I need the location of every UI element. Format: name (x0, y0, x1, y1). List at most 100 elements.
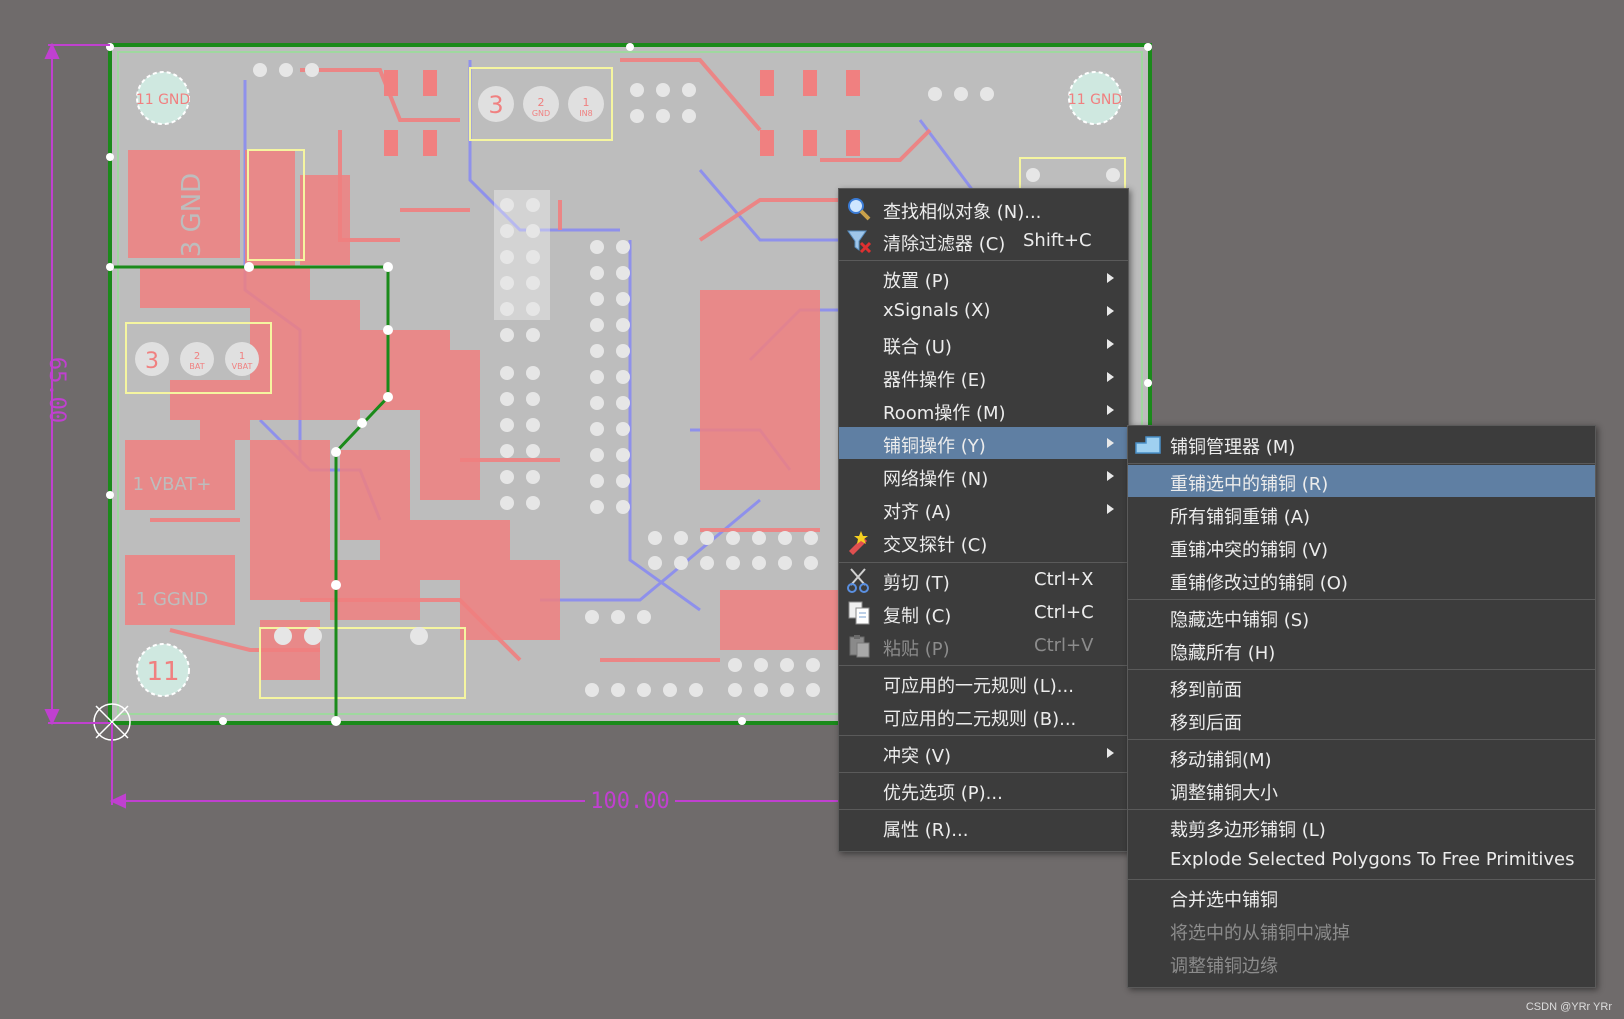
menu-item-violations[interactable]: 冲突 (V) (839, 737, 1128, 769)
menu-item-label: 冲突 (V) (883, 746, 952, 767)
menu-item-label: Room操作 (M) (883, 403, 1006, 424)
mounting-hole-bottom-left[interactable]: 11 (136, 643, 190, 697)
pad-label-vbat: 1 VBAT+ (133, 474, 212, 495)
menu-item-xsignals[interactable]: xSignals (X) (839, 295, 1128, 327)
menu-item-label: 隐藏所有 (H) (1170, 643, 1276, 664)
submenu-arrow-icon (1107, 748, 1114, 758)
menu-separator (839, 665, 1128, 666)
menu-item-label: 放置 (P) (883, 271, 950, 292)
submenu-item-repour-selected[interactable]: 重铺选中的铺铜 (R) (1128, 465, 1595, 497)
menu-separator (1128, 669, 1595, 670)
menu-item-label: 移到前面 (1170, 680, 1242, 701)
menu-separator (839, 772, 1128, 773)
menu-item-label: 复制 (C) (883, 606, 952, 627)
menu-item-place[interactable]: 放置 (P) (839, 262, 1128, 294)
mounting-hole-label: 11 (146, 657, 179, 687)
menu-item-label: 隐藏选中铺铜 (S) (1170, 610, 1310, 631)
submenu-item-send-to-back[interactable]: 移到后面 (1128, 704, 1595, 736)
menu-item-cross-probe[interactable]: 交叉探针 (C) (839, 526, 1128, 558)
menu-item-label: 合并选中铺铜 (1170, 890, 1278, 911)
submenu-item-repour-violating[interactable]: 重铺冲突的铺铜 (V) (1128, 531, 1595, 563)
pad-label-gnd: 3 GND (177, 173, 207, 257)
menu-item-cut[interactable]: 剪切 (T) Ctrl+X (839, 564, 1128, 596)
menu-separator (1128, 879, 1595, 880)
clear-filter-icon (847, 230, 872, 254)
submenu-item-merge-selected[interactable]: 合并选中铺铜 (1128, 881, 1595, 913)
submenu-item-hide-all[interactable]: 隐藏所有 (H) (1128, 634, 1595, 666)
menu-item-shortcut: Ctrl+C (1034, 602, 1094, 623)
submenu-item-bring-to-front[interactable]: 移到前面 (1128, 671, 1595, 703)
menu-item-net-actions[interactable]: 网络操作 (N) (839, 460, 1128, 492)
menu-item-unary-rules[interactable]: 可应用的一元规则 (L)... (839, 667, 1128, 699)
mounting-hole-label: 11 GND (1068, 92, 1122, 108)
submenu-item-adjust-edges[interactable]: 调整铺铜边缘 (1128, 947, 1595, 979)
menu-item-label: xSignals (X) (883, 300, 991, 321)
menu-item-copy[interactable]: 复制 (C) Ctrl+C (839, 597, 1128, 629)
menu-item-label: 铺铜操作 (Y) (883, 436, 986, 457)
connector-j-battery[interactable]: 3 2 BAT 1 VBAT (135, 342, 259, 376)
menu-item-label: 调整铺铜大小 (1170, 783, 1278, 804)
submenu-item-polygon-manager[interactable]: 铺铜管理器 (M) (1128, 428, 1595, 460)
menu-item-label: 重铺修改过的铺铜 (O) (1170, 573, 1348, 594)
connector-pin-label: 2 (194, 351, 200, 362)
menu-separator (1128, 463, 1595, 464)
menu-item-align[interactable]: 对齐 (A) (839, 493, 1128, 525)
submenu-item-repour-all[interactable]: 所有铺铜重铺 (A) (1128, 498, 1595, 530)
menu-item-component-actions[interactable]: 器件操作 (E) (839, 361, 1128, 393)
submenu-arrow-icon (1107, 471, 1114, 481)
submenu-item-repour-modified[interactable]: 重铺修改过的铺铜 (O) (1128, 564, 1595, 596)
submenu-item-resize-polygon[interactable]: 调整铺铜大小 (1128, 774, 1595, 806)
menu-separator (839, 260, 1128, 261)
menu-item-label: 网络操作 (N) (883, 469, 989, 490)
menu-item-preferences[interactable]: 优先选项 (P)... (839, 774, 1128, 806)
paste-icon (849, 635, 870, 658)
menu-item-paste[interactable]: 粘贴 (P) Ctrl+V (839, 630, 1128, 662)
connector-pin-label: 2 (538, 96, 545, 109)
submenu-item-subtract-selected[interactable]: 将选中的从铺铜中减掉 (1128, 914, 1595, 946)
connector-pin-label: 3 (145, 349, 159, 374)
connector-pin-label: VBAT (232, 362, 253, 371)
menu-item-find-similar[interactable]: 查找相似对象 (N)... (839, 193, 1128, 225)
menu-item-union[interactable]: 联合 (U) (839, 328, 1128, 360)
context-menu: 查找相似对象 (N)... 清除过滤器 (C) Shift+C 放置 (P) x… (838, 188, 1129, 852)
menu-item-label: 优先选项 (P)... (883, 783, 1003, 804)
pad-label-ggnd: 1 GGND (136, 589, 208, 610)
submenu-item-hide-selected[interactable]: 隐藏选中铺铜 (S) (1128, 601, 1595, 633)
submenu-arrow-icon (1107, 339, 1114, 349)
menu-item-label: 查找相似对象 (N)... (883, 202, 1042, 223)
menu-item-properties[interactable]: 属性 (R)... (839, 811, 1128, 843)
menu-item-label: 属性 (R)... (883, 820, 969, 841)
search-icon (848, 198, 871, 221)
polygon-manager-icon (1135, 436, 1161, 454)
connector-pin-label: 1 (583, 96, 590, 109)
menu-item-label: 交叉探针 (C) (883, 535, 988, 556)
menu-separator (1128, 599, 1595, 600)
menu-item-shortcut: Ctrl+X (1034, 569, 1094, 590)
menu-separator (839, 735, 1128, 736)
connector-pin-label: 3 (488, 91, 503, 119)
submenu-arrow-icon (1107, 273, 1114, 283)
menu-item-label: 对齐 (A) (883, 502, 952, 523)
menu-item-label: 可应用的一元规则 (L)... (883, 676, 1074, 697)
menu-item-shortcut: Ctrl+V (1034, 635, 1094, 656)
menu-separator (1128, 809, 1595, 810)
menu-item-clear-filter[interactable]: 清除过滤器 (C) Shift+C (839, 225, 1128, 257)
menu-item-room-actions[interactable]: Room操作 (M) (839, 394, 1128, 426)
submenu-item-slice-polygon[interactable]: 裁剪多边形铺铜 (L) (1128, 811, 1595, 843)
menu-item-label: 重铺选中的铺铜 (R) (1170, 474, 1329, 495)
connector-j-input[interactable]: 3 2 GND 1 IN8 (478, 86, 604, 122)
menu-item-binary-rules[interactable]: 可应用的二元规则 (B)... (839, 700, 1128, 732)
submenu-item-explode-polygons[interactable]: Explode Selected Polygons To Free Primit… (1128, 844, 1595, 876)
dimension-horizontal-label: 100.00 (590, 789, 669, 814)
menu-item-label: 所有铺铜重铺 (A) (1170, 507, 1311, 528)
submenu-item-move-polygon[interactable]: 移动铺铜(M) (1128, 741, 1595, 773)
submenu-arrow-icon (1107, 438, 1114, 448)
menu-separator (1128, 739, 1595, 740)
menu-item-label: 器件操作 (E) (883, 370, 987, 391)
polygon-actions-submenu: 铺铜管理器 (M) 重铺选中的铺铜 (R) 所有铺铜重铺 (A) 重铺冲突的铺铜… (1127, 425, 1596, 988)
menu-item-polygon-actions[interactable]: 铺铜操作 (Y) (839, 427, 1128, 459)
menu-item-label: 粘贴 (P) (883, 639, 950, 660)
connector-pin-label: IN8 (579, 109, 592, 118)
dimension-horizontal[interactable] (109, 723, 838, 809)
menu-separator (839, 562, 1128, 563)
